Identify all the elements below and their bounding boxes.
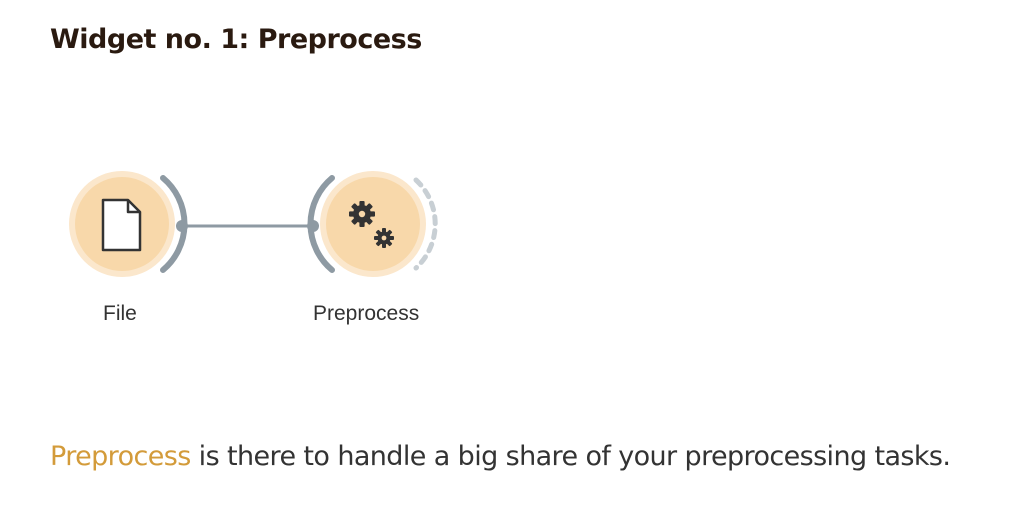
file-widget-label[interactable]: File [103, 302, 137, 326]
preprocess-node-circle[interactable] [326, 177, 420, 271]
description-text: Preprocess is there to handle a big shar… [50, 441, 951, 472]
preprocess-widget[interactable] [307, 171, 438, 277]
preprocess-link[interactable]: Preprocess [50, 441, 191, 472]
file-output-anchor[interactable] [176, 220, 188, 232]
preprocess-widget-label[interactable]: Preprocess [313, 302, 419, 326]
document-icon [101, 198, 142, 252]
description-rest: is there to handle a big share of your p… [190, 441, 951, 472]
preprocess-input-anchor[interactable] [307, 220, 319, 232]
file-widget[interactable] [69, 171, 188, 277]
